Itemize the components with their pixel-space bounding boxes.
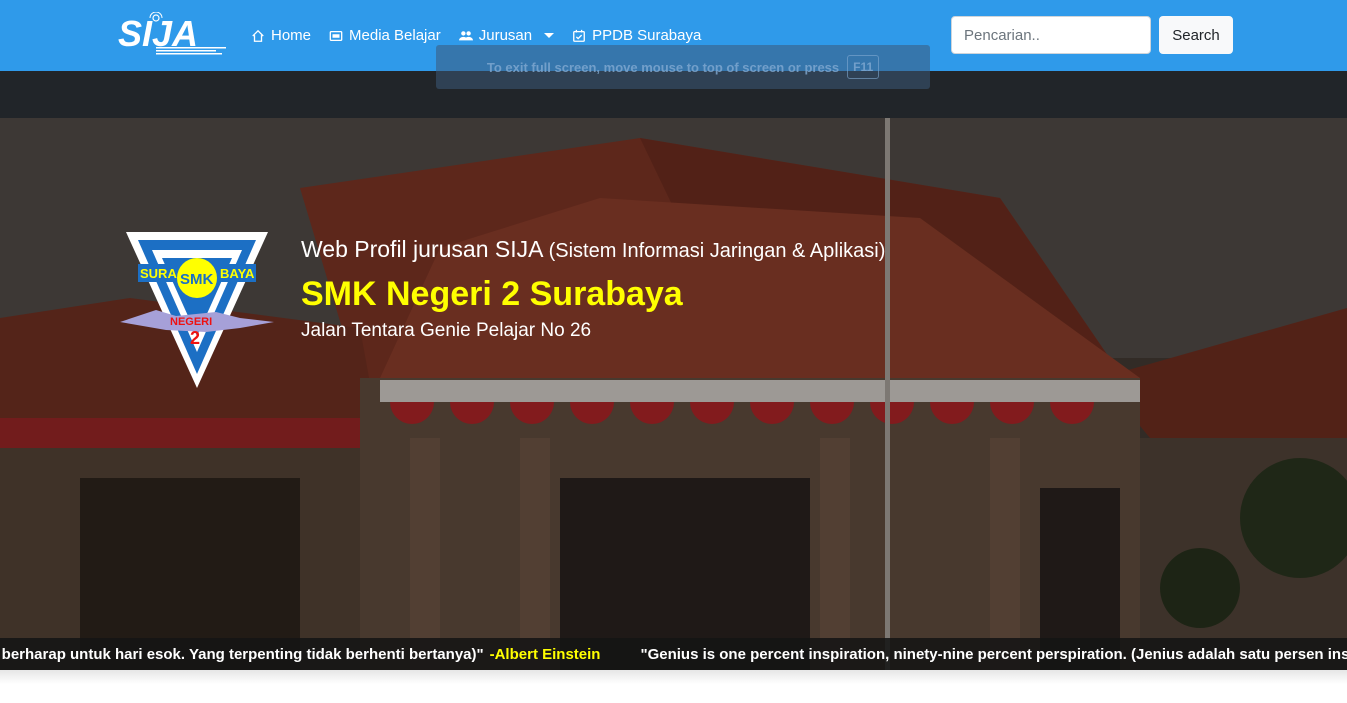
nav-item-ppdb-label: PPDB Surabaya xyxy=(592,27,702,44)
section-shadow xyxy=(0,670,1347,684)
nav-item-media-belajar[interactable]: Media Belajar xyxy=(329,27,441,44)
nav-item-home-label: Home xyxy=(271,27,312,44)
hero-subtitle-sub: (Sistem Informasi Jaringan & Aplikasi) xyxy=(548,240,886,262)
logo-word-negeri: NEGERI xyxy=(170,316,212,328)
smk-logo: SURA BAYA SMK NEGERI 2 xyxy=(120,232,274,388)
nav-item-jurusan-label: Jurusan xyxy=(478,27,533,44)
group-icon xyxy=(458,30,473,40)
hero-subtitle-main: Web Profil jurusan SIJA xyxy=(301,236,543,262)
logo-word-sura: SURA xyxy=(140,266,177,281)
quote-ticker-track: ni, berharap untuk hari esok. Yang terpe… xyxy=(0,638,1347,670)
hero-banner: SURA BAYA SMK NEGERI 2 Web Profil jurusa… xyxy=(0,118,1347,670)
nav-item-home[interactable]: Home xyxy=(251,27,311,44)
hero-text: Web Profil jurusan SIJA (Sistem Informas… xyxy=(301,236,885,342)
svg-text:2: 2 xyxy=(190,328,200,348)
logo-word-baya: BAYA xyxy=(220,266,255,281)
quote-text: ni, berharap untuk hari esok. Yang terpe… xyxy=(0,645,484,663)
logo-word-smk: SMK xyxy=(180,271,214,288)
hero-address: Jalan Tentara Genie Pelajar No 26 xyxy=(301,320,592,341)
quote-author: -Albert Einstein xyxy=(489,645,601,663)
fullscreen-notice-text: To exit full screen, move mouse to top o… xyxy=(486,59,840,75)
brand-logo[interactable]: SIJA xyxy=(116,12,228,58)
quote-ticker: ni, berharap untuk hari esok. Yang terpe… xyxy=(0,638,1347,670)
search-input[interactable] xyxy=(951,16,1151,54)
fullscreen-notice: To exit full screen, move mouse to top o… xyxy=(436,45,930,89)
nav-item-jurusan[interactable]: Jurusan xyxy=(458,27,555,44)
quote-text: "Genius is one percent inspiration, nine… xyxy=(640,645,1347,663)
hero-overlay xyxy=(0,118,1347,670)
nav-item-media-label: Media Belajar xyxy=(349,27,441,44)
hero-subtitle: Web Profil jurusan SIJA (Sistem Informas… xyxy=(301,236,885,263)
search-button[interactable]: Search xyxy=(1159,16,1233,54)
fullscreen-notice-key: F11 xyxy=(847,55,880,79)
nav-item-ppdb-surabaya[interactable]: PPDB Surabaya xyxy=(572,27,701,44)
chevron-down-icon xyxy=(544,33,555,38)
home-icon xyxy=(252,29,264,42)
calendar-check-icon xyxy=(573,29,586,42)
hero-title: SMK Negeri 2 Surabaya xyxy=(301,275,683,313)
media-icon xyxy=(329,30,343,41)
